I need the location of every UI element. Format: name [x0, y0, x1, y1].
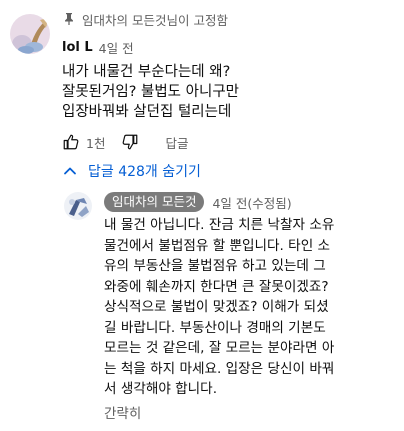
reply-author-badge[interactable]: 임대차의 모든것 — [104, 192, 205, 212]
reply-line: 물건에서 불법점유 할 뿐입니다. 타인 소 — [104, 237, 331, 254]
reply-line: 모르는 것 같은데, 잘 모르는 분야라면 아 — [104, 340, 335, 356]
reply-line: 서 생각해야 합니다. — [104, 381, 218, 397]
comment-author[interactable]: lol L — [62, 40, 93, 55]
comment-text: 내가 내물건 부순다는데 왜? 잘못된거임? 불법도 아니구만 입장바꿔봐 살던… — [62, 62, 392, 122]
pin-icon — [65, 13, 73, 25]
thumbs-up-icon[interactable] — [62, 133, 80, 151]
reply-text: 내 물건 아닙니다. 잔금 치른 낙찰자 소유 물건에서 불법점유 할 뿐입니다… — [104, 215, 400, 400]
comment-line: 내가 내물건 부순다는데 왜? — [62, 64, 231, 80]
reply-avatar-image — [64, 192, 92, 220]
avatar-image — [10, 14, 50, 54]
reply-avatar[interactable] — [64, 192, 92, 220]
reply-line: 는 척을 하지 마세요. 입장은 당신이 바꿔 — [104, 360, 335, 377]
pinned-text: 임대차의 모든것님이 고정함 — [82, 12, 228, 28]
pinned-indicator: 임대차의 모든것님이 고정함 — [62, 10, 228, 28]
reply-timestamp[interactable]: 4일 전(수정됨) — [212, 193, 291, 212]
comment-line: 잘못된거임? 불법도 아니구만 — [62, 84, 239, 100]
chevron-up-icon — [64, 167, 76, 175]
reply-line: 내 물건 아닙니다. 잔금 치른 낙찰자 소유 — [104, 217, 335, 233]
comment-header: lol L 4일 전 — [62, 38, 134, 56]
reply-line: 상식적으로 불법이 맞겠죠? 이해가 되셨 — [104, 299, 329, 315]
reply-header: 임대차의 모든것 4일 전(수정됨) — [104, 192, 292, 212]
thumbs-down-icon[interactable] — [121, 133, 139, 151]
comment-timestamp[interactable]: 4일 전 — [99, 38, 134, 57]
comment-line: 입장바꿔봐 살던집 털리는데 — [62, 104, 232, 120]
replies-toggle-button[interactable]: 답글 428개 숨기기 — [62, 160, 201, 182]
show-less-button[interactable]: 간략히 — [104, 402, 141, 422]
like-count: 1천 — [86, 135, 106, 151]
avatar[interactable] — [10, 14, 50, 54]
replies-toggle-label: 답글 428개 숨기기 — [88, 164, 201, 180]
reply-button[interactable]: 답글 — [165, 133, 188, 152]
reply-line: 유의 부동산을 불법점유 하고 있는데 그 — [104, 258, 326, 274]
reply-line: 와중에 훼손까지 한다면 큰 잘못이겠죠? — [104, 278, 329, 295]
reply-line: 길 바랍니다. 부동산이나 경매의 기본도 — [104, 319, 326, 336]
comment-actions: 1천 답글 — [62, 131, 188, 153]
